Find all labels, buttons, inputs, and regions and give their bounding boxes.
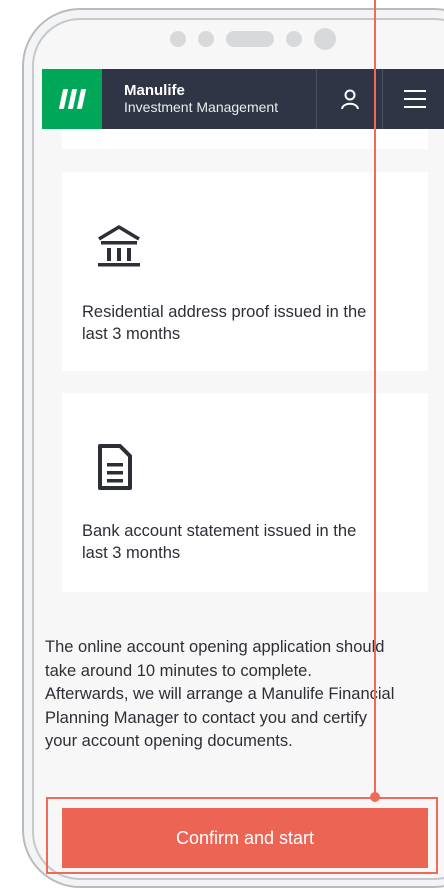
annotation-pointer-dot <box>370 792 380 802</box>
document-text-line: last 3 months <box>82 325 181 343</box>
document-text-line: last 3 months <box>82 544 181 562</box>
info-line: take around 10 minutes to complete. <box>45 661 312 680</box>
document-text: Residential address proof issued in the … <box>82 301 366 345</box>
confirm-and-start-button[interactable]: Confirm and start <box>62 808 428 868</box>
user-account-button[interactable] <box>322 69 378 129</box>
speaker-grille <box>226 31 274 47</box>
sensor-dot <box>286 31 302 47</box>
phone-notch <box>170 28 336 50</box>
info-line: your account opening documents. <box>45 732 293 750</box>
camera-icon <box>314 28 336 50</box>
header-divider <box>382 69 383 129</box>
info-line: Planning Manager to contact you and cert… <box>45 708 367 727</box>
screen: Manulife Investment Management Residenti… <box>0 0 444 893</box>
brand-title: Manulife Investment Management <box>124 82 278 116</box>
sensor-dot <box>170 31 186 47</box>
info-line: Afterwards, we will arrange a Manulife F… <box>45 685 395 703</box>
user-icon <box>341 89 359 110</box>
menu-icon <box>404 90 426 108</box>
header-divider <box>316 69 317 129</box>
document-text-line: Bank account statement issued in the <box>82 522 357 540</box>
info-paragraph: The online account opening application s… <box>45 636 440 754</box>
logo-bars-icon <box>58 89 86 109</box>
brand-name: Manulife <box>124 82 185 99</box>
brand-subtitle: Investment Management <box>124 99 279 115</box>
annotation-pointer-line <box>374 0 376 798</box>
info-line: The online account opening application s… <box>45 638 385 656</box>
document-text: Bank account statement issued in the las… <box>82 520 356 564</box>
menu-button[interactable] <box>387 69 443 129</box>
document-icon <box>98 444 132 490</box>
app-header: Manulife Investment Management <box>42 69 444 129</box>
document-text-line: Residential address proof issued in the <box>82 303 367 321</box>
manulife-logo[interactable] <box>42 69 102 129</box>
sensor-dot <box>198 31 214 47</box>
bank-building-icon <box>98 225 140 267</box>
